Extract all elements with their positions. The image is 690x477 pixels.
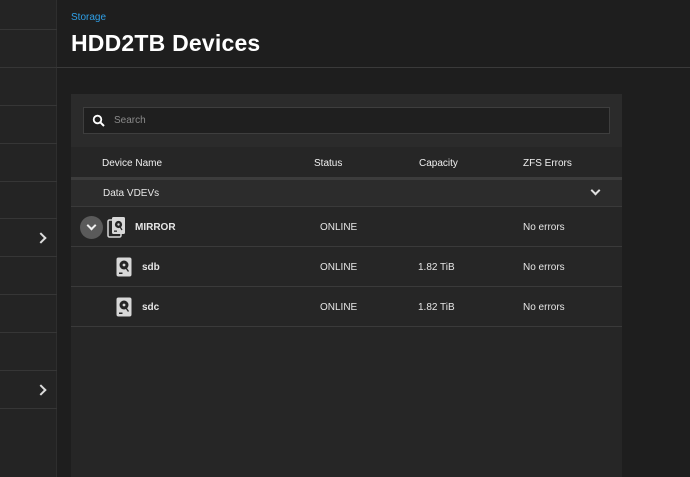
device-name: sdb [142,262,160,273]
sidebar-item-3[interactable] [0,68,57,106]
header-divider [57,67,690,68]
hard-disk-icon [116,297,132,317]
sidebar-item-8[interactable] [0,257,57,295]
device-status: ONLINE [320,262,358,273]
chevron-down-icon [86,220,97,231]
sidebar-item-4[interactable] [0,106,57,144]
column-header-status[interactable]: Status [314,158,342,169]
column-header-zfs-errors[interactable]: ZFS Errors [523,158,572,169]
sidebar-item-2[interactable] [0,30,57,68]
chevron-right-icon [35,231,47,244]
device-capacity: 1.82 TiB [418,262,455,273]
search-icon [92,114,105,127]
expand-toggle-button[interactable] [80,216,103,239]
sidebar-item-10[interactable] [0,333,57,371]
hard-disk-icon [116,257,132,277]
sidebar-item-9[interactable] [0,295,57,333]
sidebar-item-7-expandable[interactable] [0,219,57,257]
chevron-down-icon[interactable] [590,185,601,196]
device-status: ONLINE [320,302,358,313]
sidebar-item-11-expandable[interactable] [0,371,57,409]
sidebar-item-6[interactable] [0,182,57,219]
page-title: HDD2TB Devices [71,30,261,56]
column-header-capacity[interactable]: Capacity [419,158,458,169]
device-zfs-errors: No errors [523,262,565,273]
device-status: ONLINE [320,222,358,233]
table-row-mirror[interactable]: MIRROR ONLINE No errors [71,207,622,247]
table-row-sdb[interactable]: sdb ONLINE 1.82 TiB No errors [71,247,622,287]
column-header-device-name[interactable]: Device Name [102,158,162,169]
group-row-data-vdevs[interactable]: Data VDEVs [71,180,622,207]
breadcrumb[interactable]: Storage [71,12,106,23]
device-zfs-errors: No errors [523,302,565,313]
device-name: MIRROR [135,222,176,233]
table-row-sdc[interactable]: sdc ONLINE 1.82 TiB No errors [71,287,622,327]
sidebar-item-5[interactable] [0,144,57,182]
mirror-disks-icon [107,217,125,238]
search-box[interactable] [83,107,610,134]
device-zfs-errors: No errors [523,222,565,233]
sidebar-item-1[interactable] [0,0,57,30]
devices-card: Device Name Status Capacity ZFS Errors D… [71,94,622,477]
search-input[interactable] [114,108,604,133]
table-header: Device Name Status Capacity ZFS Errors [71,147,622,179]
device-name: sdc [142,302,160,313]
device-capacity: 1.82 TiB [418,302,455,313]
search-area [71,94,622,147]
sidebar [0,0,57,477]
chevron-right-icon [35,383,47,396]
group-label: Data VDEVs [103,188,160,199]
